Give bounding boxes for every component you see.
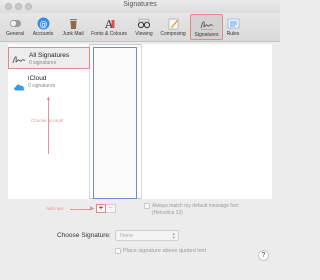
at-icon: @ bbox=[36, 16, 50, 30]
tab-composing[interactable]: Composing bbox=[158, 14, 188, 40]
choose-signature-value: None bbox=[120, 233, 134, 239]
rules-icon bbox=[226, 16, 240, 30]
annotation-choose-account: Choose account bbox=[31, 118, 64, 123]
remove-signature-button[interactable]: − bbox=[106, 204, 116, 213]
tab-viewing-label: Viewing bbox=[135, 31, 153, 37]
tab-fonts-colours[interactable]: A Fonts & Colours bbox=[88, 14, 130, 40]
trash-icon bbox=[66, 16, 80, 30]
help-button[interactable]: ? bbox=[258, 250, 269, 261]
match-font-checkbox[interactable] bbox=[144, 203, 150, 209]
annotation-add-new: Add new bbox=[46, 206, 64, 211]
choose-signature-select[interactable]: None ▴ ▾ bbox=[115, 230, 179, 241]
accounts-list[interactable]: All Signatures 0 signatures iCloud 0 sig… bbox=[8, 44, 90, 199]
account-name: iCloud bbox=[28, 75, 47, 82]
annotation-arrow bbox=[48, 100, 49, 154]
add-signature-button[interactable]: + bbox=[96, 204, 106, 213]
tab-rules-label: Rules bbox=[226, 31, 240, 37]
glasses-icon bbox=[137, 16, 151, 30]
account-all-signatures[interactable]: All Signatures 0 signatures bbox=[8, 47, 90, 69]
account-icloud[interactable]: iCloud 0 signatures bbox=[8, 71, 90, 93]
signature-list[interactable] bbox=[93, 47, 137, 199]
preferences-toolbar: General @ Accounts Junk Mail A Fonts & C… bbox=[0, 13, 280, 42]
place-above-label: Place signature above quoted text bbox=[123, 248, 207, 254]
cloud-icon bbox=[13, 78, 25, 96]
svg-text:@: @ bbox=[39, 19, 47, 28]
arrow-up-icon: ▲ bbox=[45, 96, 52, 102]
tab-rules[interactable]: Rules bbox=[224, 14, 242, 40]
signature-icon bbox=[12, 53, 26, 71]
tab-signatures-label: Signatures bbox=[194, 32, 219, 38]
tab-general[interactable]: General bbox=[4, 14, 26, 40]
tab-viewing[interactable]: Viewing bbox=[132, 14, 156, 40]
switch-icon bbox=[8, 16, 22, 30]
title-bar: Signatures bbox=[0, 0, 280, 14]
font-icon: A bbox=[102, 16, 116, 30]
signature-preview[interactable] bbox=[141, 44, 272, 199]
signature-count: 0 signatures bbox=[28, 83, 56, 89]
match-font-detail: (Helvetica 12) bbox=[152, 210, 183, 216]
account-name: All Signatures bbox=[29, 52, 70, 59]
tab-junk-mail[interactable]: Junk Mail bbox=[59, 14, 87, 40]
tab-accounts-label: Accounts bbox=[32, 31, 54, 37]
chevron-updown-icon: ▴ ▾ bbox=[172, 231, 175, 241]
signature-icon bbox=[200, 17, 214, 31]
tab-composing-label: Composing bbox=[160, 31, 186, 37]
tab-general-label: General bbox=[6, 31, 24, 37]
tab-fonts-colours-label: Fonts & Colours bbox=[91, 31, 127, 37]
window-title: Signatures bbox=[123, 1, 157, 8]
signature-count: 0 signatures bbox=[29, 60, 57, 66]
tab-junk-mail-label: Junk Mail bbox=[62, 31, 84, 37]
tab-accounts[interactable]: @ Accounts bbox=[29, 14, 57, 40]
choose-signature-label: Choose Signature: bbox=[57, 232, 111, 239]
annotation-arrow bbox=[70, 208, 92, 210]
tab-signatures[interactable]: Signatures bbox=[190, 14, 223, 40]
pencil-icon bbox=[166, 16, 180, 30]
arrow-right-icon: ▶ bbox=[90, 205, 95, 212]
match-font-label: Always match my default message font bbox=[152, 203, 239, 209]
place-above-checkbox[interactable] bbox=[115, 248, 121, 254]
